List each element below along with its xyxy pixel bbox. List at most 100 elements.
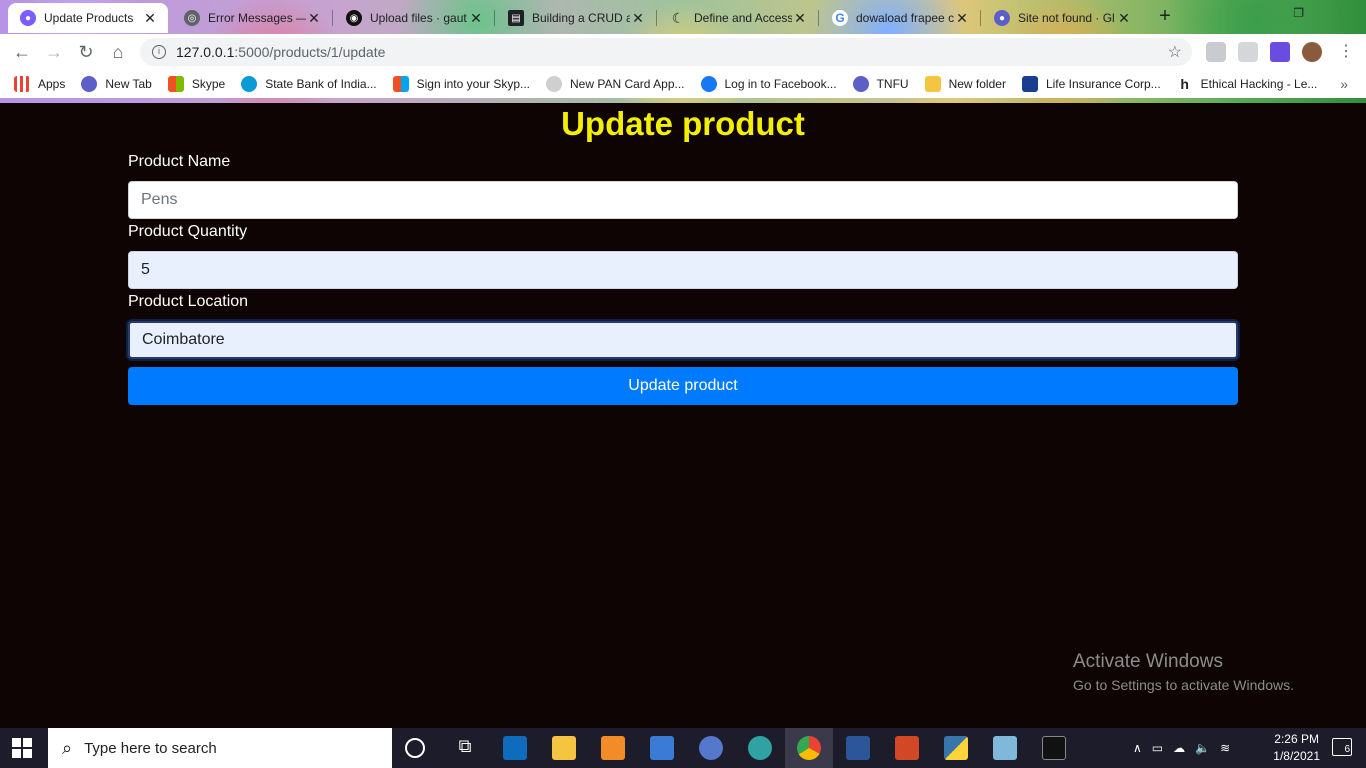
powerpoint-icon[interactable] (895, 736, 919, 760)
bookmark-label: Skype (191, 77, 226, 91)
product-name-input[interactable] (128, 181, 1238, 219)
chromium-icon[interactable] (699, 736, 723, 760)
site-info-icon[interactable]: i (152, 45, 166, 59)
volume-icon[interactable]: 🔈 (1195, 741, 1210, 755)
python-icon[interactable] (944, 736, 968, 760)
search-placeholder: Type here to search (84, 739, 217, 757)
tab-title: Error Messages — (208, 11, 306, 25)
taskbar-search-box[interactable]: ⌕ Type here to search (48, 728, 392, 768)
tab-google-search[interactable]: G dowaload frapee c ✕ (820, 3, 980, 33)
bookmark-sbi[interactable]: State Bank of India... (241, 76, 377, 92)
profile-avatar[interactable] (1302, 42, 1322, 62)
globe-icon: ● (20, 10, 36, 26)
reload-icon[interactable]: ↻ (74, 40, 98, 64)
search-icon: ⌕ (62, 737, 73, 758)
notification-count: 6 (1344, 744, 1350, 755)
url-path: :5000/products/1/update (234, 44, 386, 60)
bookmark-pan-card[interactable]: New PAN Card App... (546, 76, 685, 92)
browser-toolbar: ← → ↻ ⌂ i 127.0.0.1:5000/products/1/upda… (0, 34, 1366, 70)
bookmark-apps[interactable]: Apps (14, 76, 65, 92)
tab-separator (656, 10, 657, 26)
tab-upload-files[interactable]: ◉ Upload files · gaut ✕ (334, 3, 494, 33)
taskbar-clock[interactable]: 2:26 PM 1/8/2021 (1273, 731, 1320, 765)
close-tab-icon[interactable]: ✕ (792, 10, 808, 27)
restore-window-icon[interactable]: ❐ (1293, 6, 1304, 20)
store-icon[interactable] (650, 736, 674, 760)
document-icon: ▤ (508, 10, 524, 26)
product-location-input[interactable] (128, 321, 1238, 359)
back-arrow-icon[interactable]: ← (10, 40, 34, 64)
cortana-icon[interactable] (405, 738, 425, 758)
bookmark-skype-signin[interactable]: Sign into your Skyp... (392, 76, 530, 92)
globe-icon: ● (994, 10, 1010, 26)
bookmark-label: New PAN Card App... (570, 77, 685, 91)
tray-chevron-up-icon[interactable]: ∧ (1133, 741, 1142, 755)
home-icon[interactable]: ⌂ (106, 40, 130, 64)
bookmark-label: Log in to Facebook... (724, 77, 837, 91)
globe-icon (81, 76, 98, 92)
close-tab-icon[interactable]: ✕ (306, 10, 322, 27)
file-explorer-icon[interactable] (552, 736, 576, 760)
address-bar[interactable]: i 127.0.0.1:5000/products/1/update ☆ (140, 38, 1192, 66)
more-bookmarks-chevron-icon[interactable]: » (1340, 76, 1348, 92)
copy-extension-icon[interactable] (1238, 42, 1258, 62)
google-icon: G (832, 10, 848, 26)
bookmark-label: Life Insurance Corp... (1045, 77, 1161, 91)
tab-site-not-found[interactable]: ● Site not found · Gl ✕ (982, 3, 1142, 33)
tab-separator (332, 10, 333, 26)
bookmark-label: Apps (38, 77, 66, 91)
watermark-subtitle: Go to Settings to activate Windows. (1073, 677, 1294, 693)
chrome-icon[interactable] (797, 736, 821, 760)
bookmark-label: State Bank of India... (265, 77, 377, 91)
bookmark-label: Ethical Hacking - Le... (1200, 77, 1318, 91)
bookmark-label: New folder (948, 77, 1006, 91)
sbi-icon (241, 76, 258, 92)
tab-strip: ● Update Products ✕ ◎ Error Messages — ✕… (0, 0, 1366, 34)
bookmark-new-tab[interactable]: New Tab (81, 76, 152, 92)
tab-error-messages[interactable]: ◎ Error Messages — ✕ (172, 3, 332, 33)
close-tab-icon[interactable]: ✕ (142, 10, 158, 27)
onedrive-cloud-icon[interactable]: ☁ (1173, 741, 1185, 755)
menu-dots-icon[interactable]: ⋮ (1334, 40, 1358, 64)
globe-icon (852, 76, 869, 92)
new-tab-button[interactable]: + (1152, 5, 1178, 29)
sublime-text-icon[interactable] (601, 736, 625, 760)
tab-title: Update Products (44, 11, 134, 25)
bookmark-lic[interactable]: Life Insurance Corp... (1021, 76, 1161, 92)
mail-icon[interactable] (503, 736, 527, 760)
forward-arrow-icon[interactable]: → (42, 40, 66, 64)
edge-icon[interactable] (748, 736, 772, 760)
puzzle-extensions-icon[interactable] (1270, 42, 1290, 62)
bookmark-tnfu[interactable]: TNFU (852, 76, 909, 92)
bookmark-skype[interactable]: Skype (167, 76, 226, 92)
translate-extension-icon[interactable] (1206, 42, 1226, 62)
tab-title: Site not found · Gl (1018, 11, 1115, 25)
bookmark-new-folder[interactable]: New folder (924, 76, 1006, 92)
tab-building-crud[interactable]: ▤ Building a CRUD a ✕ (496, 3, 656, 33)
notepad-icon[interactable] (993, 736, 1017, 760)
tab-define-access[interactable]: ☾ Define and Access ✕ (658, 3, 818, 33)
close-tab-icon[interactable]: ✕ (468, 10, 484, 27)
tab-update-products[interactable]: ● Update Products ✕ (8, 3, 168, 33)
update-product-button[interactable]: Update product (128, 367, 1238, 405)
bookmark-star-icon[interactable]: ☆ (1168, 42, 1182, 62)
bookmark-facebook[interactable]: Log in to Facebook... (700, 76, 837, 92)
word-icon[interactable] (846, 736, 870, 760)
close-tab-icon[interactable]: ✕ (954, 10, 970, 27)
close-tab-icon[interactable]: ✕ (630, 10, 646, 27)
task-view-icon[interactable]: ⧉ (453, 736, 477, 760)
product-quantity-label: Product Quantity (128, 223, 248, 240)
windows-start-icon[interactable] (12, 738, 32, 758)
bookmark-ethical-hacking[interactable]: h Ethical Hacking - Le... (1177, 76, 1318, 92)
product-location-label: Product Location (128, 293, 249, 310)
battery-icon[interactable]: ▭ (1152, 741, 1163, 755)
target-icon: ◎ (184, 10, 200, 26)
wifi-icon[interactable]: ≋ (1220, 741, 1230, 755)
product-quantity-input[interactable] (128, 251, 1238, 289)
tab-title: Upload files · gaut (370, 11, 467, 25)
windows-logo-icon (167, 76, 184, 92)
terminal-icon[interactable] (1042, 736, 1066, 760)
close-tab-icon[interactable]: ✕ (1116, 10, 1132, 27)
notification-center-icon[interactable]: 6 (1332, 738, 1352, 756)
moon-icon: ☾ (671, 9, 685, 26)
